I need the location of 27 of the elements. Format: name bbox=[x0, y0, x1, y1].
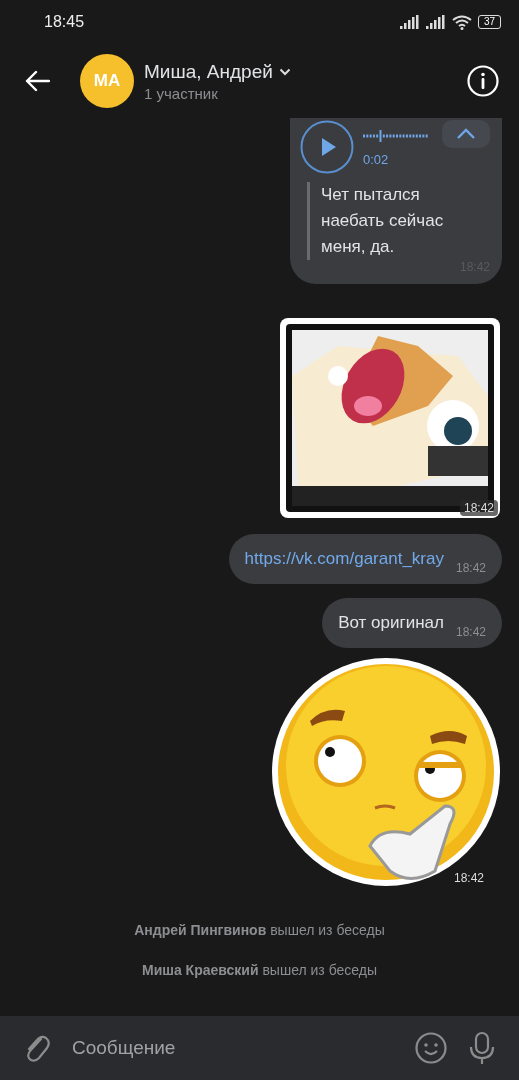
transcript-text: Чет пытался наебать сейчас меня, да. bbox=[307, 182, 461, 260]
status-time: 18:45 bbox=[44, 13, 85, 31]
system-message: Миша Краевский вышел из беседы bbox=[141, 962, 377, 978]
waveform-icon bbox=[363, 130, 429, 142]
caret-icon bbox=[456, 128, 476, 140]
emoji-icon[interactable] bbox=[415, 1032, 447, 1064]
voice-duration: 0:02 bbox=[363, 152, 390, 167]
system-message: Андрей Пингвинов вышел из беседы bbox=[134, 922, 385, 938]
message-time: 18:42 bbox=[452, 870, 485, 886]
signal-icon bbox=[399, 15, 420, 29]
wifi-icon bbox=[451, 14, 472, 30]
message-time: 18:42 bbox=[459, 500, 498, 516]
transcript-toggle-button[interactable] bbox=[442, 120, 490, 148]
attach-icon[interactable] bbox=[24, 1033, 50, 1063]
signal-icon bbox=[425, 15, 446, 29]
info-icon[interactable] bbox=[467, 65, 499, 97]
battery-indicator: 37 bbox=[477, 15, 501, 29]
chat-title[interactable]: Миша, Андрей bbox=[144, 60, 273, 83]
message-time: 18:42 bbox=[455, 625, 486, 639]
play-button[interactable] bbox=[300, 120, 354, 174]
message-time: 18:42 bbox=[455, 561, 486, 575]
message-link[interactable]: https://vk.com/garant_kray bbox=[244, 549, 444, 569]
microphone-icon[interactable] bbox=[469, 1031, 495, 1065]
chevron-down-icon[interactable] bbox=[278, 67, 291, 76]
member-count: 1 участник bbox=[144, 84, 219, 102]
message-text: Вот оригинал bbox=[338, 613, 444, 633]
back-arrow-icon[interactable] bbox=[24, 70, 50, 92]
